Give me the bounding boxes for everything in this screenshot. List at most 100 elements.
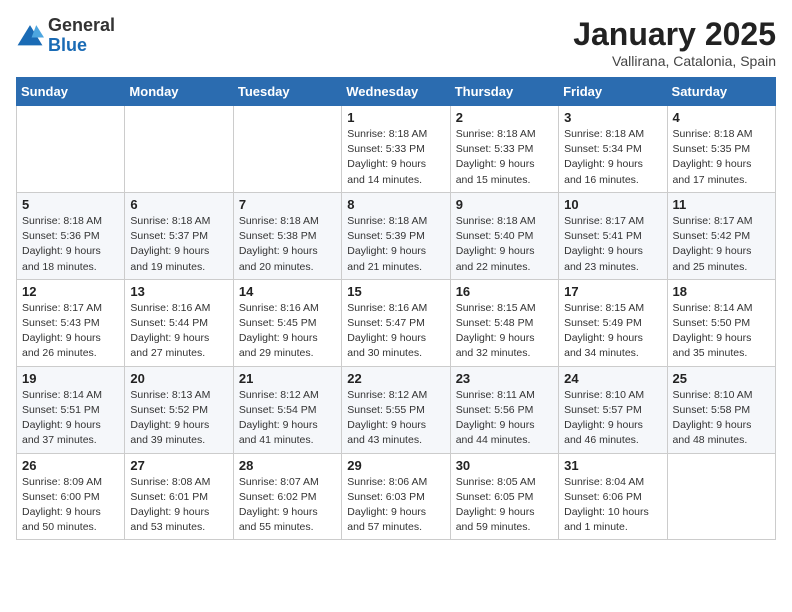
calendar-cell: 13Sunrise: 8:16 AM Sunset: 5:44 PM Dayli… (125, 279, 233, 366)
day-number: 30 (456, 458, 553, 473)
calendar-cell: 24 Sunrise: 8:10 AM Sunset: 5:57 PM Dayli… (559, 366, 667, 453)
day-number: 18 (673, 284, 770, 299)
day-info: Sunrise: 8:18 AM Sunset: 5:33 PM Dayligh… (347, 127, 444, 188)
day-number: 23 (456, 371, 553, 386)
calendar-cell (667, 453, 775, 540)
calendar-week-4: 19 Sunrise: 8:14 AM Sunset: 5:51 PM Dayli… (17, 366, 776, 453)
day-info: Sunrise: 8:18 AM Sunset: 5:39 PM Dayligh… (347, 214, 444, 275)
calendar-cell (125, 106, 233, 193)
day-number: 19 (22, 371, 119, 386)
header: General Blue January 2025 Vallirana, Cat… (16, 16, 776, 69)
day-number: 29 (347, 458, 444, 473)
calendar-cell: 1 Sunrise: 8:18 AM Sunset: 5:33 PM Daylig… (342, 106, 450, 193)
day-info: Sunrise: 8:14 AM Sunset: 5:50 PM Dayligh… (673, 301, 770, 362)
calendar-week-5: 26 Sunrise: 8:09 AM Sunset: 6:00 PM Dayli… (17, 453, 776, 540)
day-info: Sunrise: 8:09 AM Sunset: 6:00 PM Dayligh… (22, 475, 119, 536)
day-info: Sunrise: 8:17 AM Sunset: 5:41 PM Dayligh… (564, 214, 661, 275)
calendar-week-2: 5 Sunrise: 8:18 AM Sunset: 5:36 PM Daylig… (17, 192, 776, 279)
weekday-header-row: SundayMondayTuesdayWednesdayThursdayFrid… (17, 78, 776, 106)
calendar-cell: 25 Sunrise: 8:10 AM Sunset: 5:58 PM Dayli… (667, 366, 775, 453)
day-number: 27 (130, 458, 227, 473)
day-info: Sunrise: 8:17 AM Sunset: 5:42 PM Dayligh… (673, 214, 770, 275)
calendar-cell: 14Sunrise: 8:16 AM Sunset: 5:45 PM Dayli… (233, 279, 341, 366)
day-number: 31 (564, 458, 661, 473)
calendar-cell: 9Sunrise: 8:18 AM Sunset: 5:40 PM Daylig… (450, 192, 558, 279)
calendar-cell: 5 Sunrise: 8:18 AM Sunset: 5:36 PM Daylig… (17, 192, 125, 279)
day-number: 6 (130, 197, 227, 212)
day-number: 24 (564, 371, 661, 386)
day-info: Sunrise: 8:18 AM Sunset: 5:35 PM Dayligh… (673, 127, 770, 188)
day-info: Sunrise: 8:08 AM Sunset: 6:01 PM Dayligh… (130, 475, 227, 536)
weekday-header-monday: Monday (125, 78, 233, 106)
weekday-header-thursday: Thursday (450, 78, 558, 106)
day-info: Sunrise: 8:11 AM Sunset: 5:56 PM Dayligh… (456, 388, 553, 449)
day-number: 16 (456, 284, 553, 299)
weekday-header-friday: Friday (559, 78, 667, 106)
day-number: 15 (347, 284, 444, 299)
day-number: 20 (130, 371, 227, 386)
calendar-table: SundayMondayTuesdayWednesdayThursdayFrid… (16, 77, 776, 540)
calendar-subtitle: Vallirana, Catalonia, Spain (573, 53, 776, 69)
day-number: 11 (673, 197, 770, 212)
day-info: Sunrise: 8:14 AM Sunset: 5:51 PM Dayligh… (22, 388, 119, 449)
day-info: Sunrise: 8:13 AM Sunset: 5:52 PM Dayligh… (130, 388, 227, 449)
day-info: Sunrise: 8:16 AM Sunset: 5:44 PM Dayligh… (130, 301, 227, 362)
calendar-cell: 7Sunrise: 8:18 AM Sunset: 5:38 PM Daylig… (233, 192, 341, 279)
day-number: 28 (239, 458, 336, 473)
day-number: 10 (564, 197, 661, 212)
calendar-cell: 30Sunrise: 8:05 AM Sunset: 6:05 PM Dayli… (450, 453, 558, 540)
calendar-cell: 27 Sunrise: 8:08 AM Sunset: 6:01 PM Dayli… (125, 453, 233, 540)
weekday-header-saturday: Saturday (667, 78, 775, 106)
day-info: Sunrise: 8:06 AM Sunset: 6:03 PM Dayligh… (347, 475, 444, 536)
calendar-week-1: 1 Sunrise: 8:18 AM Sunset: 5:33 PM Daylig… (17, 106, 776, 193)
calendar-cell: 12Sunrise: 8:17 AM Sunset: 5:43 PM Dayli… (17, 279, 125, 366)
calendar-cell: 22 Sunrise: 8:12 AM Sunset: 5:55 PM Dayli… (342, 366, 450, 453)
calendar-cell: 3Sunrise: 8:18 AM Sunset: 5:34 PM Daylig… (559, 106, 667, 193)
logo-icon (16, 22, 44, 50)
day-info: Sunrise: 8:10 AM Sunset: 5:58 PM Dayligh… (673, 388, 770, 449)
day-number: 26 (22, 458, 119, 473)
calendar-body: 1 Sunrise: 8:18 AM Sunset: 5:33 PM Daylig… (17, 106, 776, 540)
calendar-cell: 8 Sunrise: 8:18 AM Sunset: 5:39 PM Daylig… (342, 192, 450, 279)
calendar-cell (17, 106, 125, 193)
weekday-header-sunday: Sunday (17, 78, 125, 106)
day-number: 8 (347, 197, 444, 212)
day-info: Sunrise: 8:18 AM Sunset: 5:37 PM Dayligh… (130, 214, 227, 275)
calendar-cell: 11 Sunrise: 8:17 AM Sunset: 5:42 PM Dayli… (667, 192, 775, 279)
day-number: 2 (456, 110, 553, 125)
day-number: 22 (347, 371, 444, 386)
day-info: Sunrise: 8:12 AM Sunset: 5:55 PM Dayligh… (347, 388, 444, 449)
calendar-cell: 21Sunrise: 8:12 AM Sunset: 5:54 PM Dayli… (233, 366, 341, 453)
calendar-cell: 18 Sunrise: 8:14 AM Sunset: 5:50 PM Dayli… (667, 279, 775, 366)
day-info: Sunrise: 8:12 AM Sunset: 5:54 PM Dayligh… (239, 388, 336, 449)
calendar-cell: 23 Sunrise: 8:11 AM Sunset: 5:56 PM Dayli… (450, 366, 558, 453)
calendar-cell: 20 Sunrise: 8:13 AM Sunset: 5:52 PM Dayli… (125, 366, 233, 453)
calendar-cell: 6 Sunrise: 8:18 AM Sunset: 5:37 PM Daylig… (125, 192, 233, 279)
calendar-cell: 26 Sunrise: 8:09 AM Sunset: 6:00 PM Dayli… (17, 453, 125, 540)
logo-text: General Blue (48, 16, 115, 56)
weekday-header-wednesday: Wednesday (342, 78, 450, 106)
calendar-cell: 16 Sunrise: 8:15 AM Sunset: 5:48 PM Dayli… (450, 279, 558, 366)
logo: General Blue (16, 16, 115, 56)
day-number: 3 (564, 110, 661, 125)
day-number: 1 (347, 110, 444, 125)
calendar-cell: 10 Sunrise: 8:17 AM Sunset: 5:41 PM Dayli… (559, 192, 667, 279)
day-number: 17 (564, 284, 661, 299)
day-number: 4 (673, 110, 770, 125)
calendar-cell (233, 106, 341, 193)
day-info: Sunrise: 8:18 AM Sunset: 5:38 PM Dayligh… (239, 214, 336, 275)
title-block: January 2025 Vallirana, Catalonia, Spain (573, 16, 776, 69)
day-number: 12 (22, 284, 119, 299)
calendar-cell: 2Sunrise: 8:18 AM Sunset: 5:33 PM Daylig… (450, 106, 558, 193)
day-info: Sunrise: 8:07 AM Sunset: 6:02 PM Dayligh… (239, 475, 336, 536)
day-number: 25 (673, 371, 770, 386)
day-number: 5 (22, 197, 119, 212)
calendar-cell: 17Sunrise: 8:15 AM Sunset: 5:49 PM Dayli… (559, 279, 667, 366)
day-info: Sunrise: 8:15 AM Sunset: 5:48 PM Dayligh… (456, 301, 553, 362)
calendar-cell: 15Sunrise: 8:16 AM Sunset: 5:47 PM Dayli… (342, 279, 450, 366)
day-info: Sunrise: 8:10 AM Sunset: 5:57 PM Dayligh… (564, 388, 661, 449)
weekday-header-tuesday: Tuesday (233, 78, 341, 106)
day-info: Sunrise: 8:18 AM Sunset: 5:36 PM Dayligh… (22, 214, 119, 275)
day-number: 14 (239, 284, 336, 299)
calendar-cell: 29 Sunrise: 8:06 AM Sunset: 6:03 PM Dayli… (342, 453, 450, 540)
